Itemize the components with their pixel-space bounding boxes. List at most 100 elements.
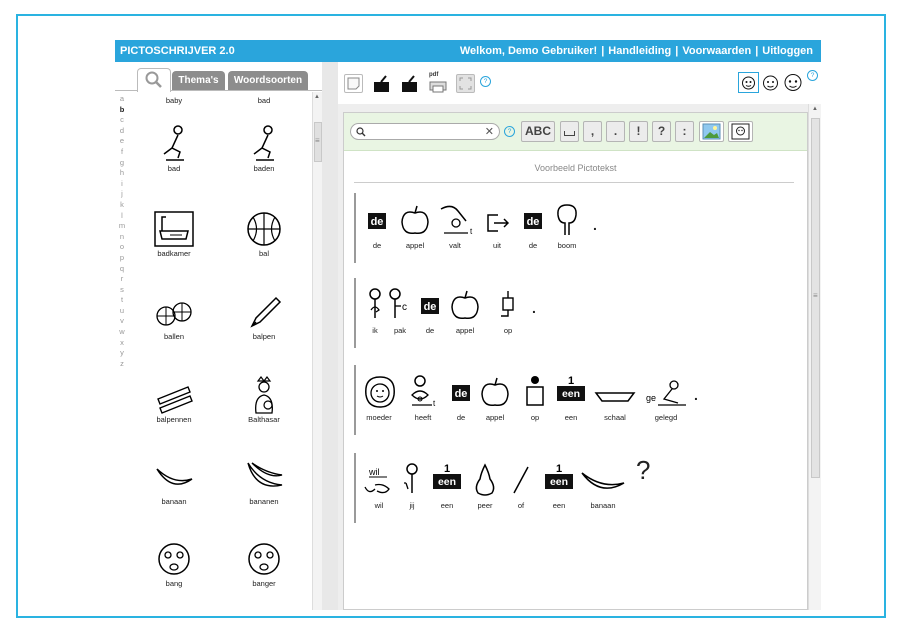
alphabet-letter-r[interactable]: r xyxy=(115,274,129,285)
alphabet-letter-v[interactable]: v xyxy=(115,316,129,327)
picto-word[interactable]: of xyxy=(502,461,540,510)
alphabet-letter-i[interactable]: i xyxy=(115,179,129,190)
open-button[interactable] xyxy=(372,74,391,93)
picto-item[interactable]: bal xyxy=(219,209,309,258)
picto-word[interactable]: boom xyxy=(548,201,586,250)
question-mark-button[interactable]: ? xyxy=(652,121,671,142)
alphabet-letter-m[interactable]: m xyxy=(115,221,129,232)
abc-button[interactable]: ABC xyxy=(521,121,555,142)
picto-word[interactable]: de de xyxy=(411,286,449,335)
logout-link[interactable]: Uitloggen xyxy=(762,45,813,57)
alphabet-letter-g[interactable]: g xyxy=(115,158,129,169)
picto-item[interactable]: balpennen xyxy=(129,375,219,424)
picto-item[interactable]: bad xyxy=(129,124,219,173)
period-button[interactable]: . xyxy=(606,121,625,142)
toolbar-help-icon[interactable]: ? xyxy=(480,76,491,87)
new-document-button[interactable] xyxy=(344,74,363,93)
picto-word[interactable]: t valt xyxy=(436,201,474,250)
alphabet-letter-f[interactable]: f xyxy=(115,147,129,158)
picto-item[interactable]: badkamer xyxy=(129,209,219,258)
tab-themes[interactable]: Thema's xyxy=(172,71,225,90)
alphabet-letter-c[interactable]: c xyxy=(115,115,129,126)
scroll-thumb[interactable]: ≡ xyxy=(811,118,820,478)
picto-word[interactable]: appel xyxy=(476,373,514,422)
size-help-icon[interactable]: ? xyxy=(807,70,818,81)
picto-item[interactable]: bang xyxy=(129,539,219,588)
picto-item[interactable]: baby xyxy=(129,96,219,105)
picto-size-small-button[interactable] xyxy=(738,72,759,93)
picto-item[interactable]: banger xyxy=(219,539,309,588)
editor-scrollbar[interactable]: ▲ ≡ xyxy=(808,104,821,610)
picto-item[interactable]: Balthasar xyxy=(219,375,309,424)
clear-search-icon[interactable]: ✕ xyxy=(485,125,494,138)
insert-photo-button[interactable] xyxy=(728,121,753,142)
tab-search[interactable] xyxy=(137,68,171,92)
picto-word[interactable]: schaal xyxy=(592,373,638,422)
insert-image-button[interactable] xyxy=(699,121,724,142)
picto-word[interactable]: ge gelegd xyxy=(644,373,688,422)
scroll-up-icon[interactable]: ▲ xyxy=(812,106,818,112)
alphabet-letter-s[interactable]: s xyxy=(115,285,129,296)
alphabet-letter-b[interactable]: b xyxy=(115,105,129,116)
colon-button[interactable]: : xyxy=(675,121,694,142)
picto-word[interactable]: de de xyxy=(514,201,552,250)
sentence-punctuation[interactable]: ? xyxy=(636,455,650,486)
exclamation-button[interactable]: ! xyxy=(629,121,648,142)
picto-word[interactable]: t heeft xyxy=(404,373,442,422)
picto-item[interactable]: balpen xyxy=(219,292,309,341)
picto-word[interactable]: wil wil xyxy=(360,461,398,510)
picto-word[interactable]: uit xyxy=(478,201,516,250)
alphabet-letter-q[interactable]: q xyxy=(115,264,129,275)
terms-link[interactable]: Voorwaarden xyxy=(682,45,751,57)
alphabet-letter-p[interactable]: p xyxy=(115,253,129,264)
picto-item[interactable]: baden xyxy=(219,124,309,173)
alphabet-letter-l[interactable]: l xyxy=(115,211,129,222)
picto-word[interactable]: op xyxy=(489,286,527,335)
alphabet-letter-a[interactable]: a xyxy=(115,94,129,105)
alphabet-letter-u[interactable]: u xyxy=(115,306,129,317)
alphabet-letter-t[interactable]: t xyxy=(115,295,129,306)
alphabet-letter-w[interactable]: w xyxy=(115,327,129,338)
alphabet-letter-d[interactable]: d xyxy=(115,126,129,137)
picto-word[interactable]: de de xyxy=(442,373,480,422)
fullscreen-button[interactable] xyxy=(456,74,475,93)
picto-item[interactable]: banaan xyxy=(129,457,219,506)
picto-search-input[interactable]: ✕ xyxy=(350,123,500,140)
search-help-icon[interactable]: ? xyxy=(504,126,515,137)
picto-word[interactable]: 1 een een xyxy=(552,373,590,422)
save-button[interactable] xyxy=(400,74,419,93)
picto-word[interactable]: op xyxy=(516,373,554,422)
picto-size-large-button[interactable] xyxy=(782,71,804,93)
picto-word[interactable]: peer xyxy=(466,461,504,510)
alphabet-letter-j[interactable]: j xyxy=(115,189,129,200)
alphabet-letter-y[interactable]: y xyxy=(115,348,129,359)
picto-size-medium-button[interactable] xyxy=(760,72,781,93)
sentence-punctuation[interactable]: . xyxy=(593,217,597,233)
alphabet-letter-e[interactable]: e xyxy=(115,136,129,147)
sentence-punctuation[interactable]: . xyxy=(694,387,698,403)
alphabet-letter-o[interactable]: o xyxy=(115,242,129,253)
manual-link[interactable]: Handleiding xyxy=(608,45,671,57)
alphabet-letter-n[interactable]: n xyxy=(115,232,129,243)
picto-item[interactable]: bananen xyxy=(219,457,309,506)
sentence-punctuation[interactable]: . xyxy=(532,300,536,316)
picto-word[interactable]: 1 een een xyxy=(428,461,466,510)
scroll-up-icon[interactable]: ▲ xyxy=(314,94,320,100)
alphabet-letter-h[interactable]: h xyxy=(115,168,129,179)
pdf-print-button[interactable]: pdf xyxy=(428,72,447,93)
scroll-thumb[interactable]: ≡ xyxy=(314,122,322,162)
picto-word[interactable]: jij xyxy=(398,461,426,510)
picto-word[interactable]: appel xyxy=(446,286,484,335)
alphabet-letter-x[interactable]: x xyxy=(115,338,129,349)
picto-item[interactable]: ballen xyxy=(129,292,219,341)
picto-word[interactable]: 1 een een xyxy=(540,461,578,510)
comma-button[interactable]: , xyxy=(583,121,602,142)
alphabet-letter-z[interactable]: z xyxy=(115,359,129,370)
picto-word[interactable]: moeder xyxy=(360,373,398,422)
picto-word[interactable]: banaan xyxy=(578,461,628,510)
picto-item[interactable]: bad xyxy=(219,96,309,105)
tab-wordtypes[interactable]: Woordsoorten xyxy=(228,71,308,90)
alphabet-letter-k[interactable]: k xyxy=(115,200,129,211)
picto-word[interactable]: de de xyxy=(358,201,396,250)
space-button[interactable] xyxy=(560,121,579,142)
